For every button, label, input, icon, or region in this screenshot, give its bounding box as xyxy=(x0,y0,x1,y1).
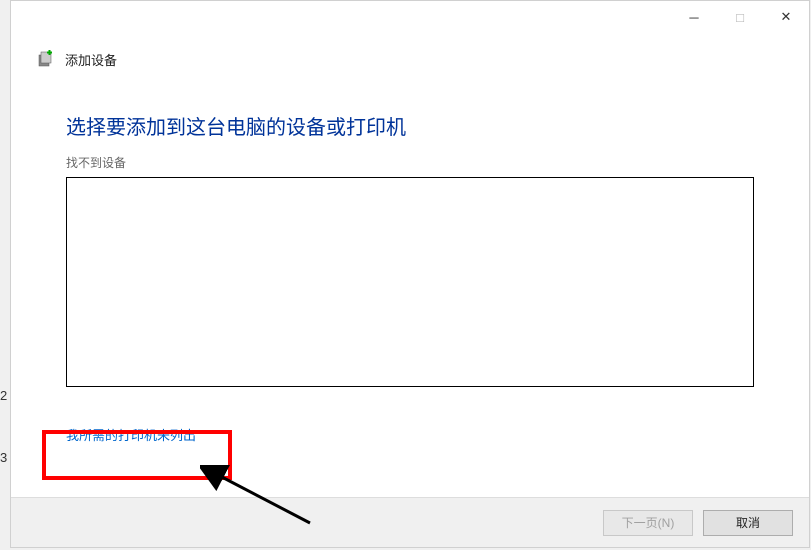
close-icon: ✕ xyxy=(781,9,792,25)
device-list[interactable] xyxy=(66,177,754,387)
titlebar: ─ □ ✕ xyxy=(11,1,809,33)
dialog-content: 选择要添加到这台电脑的设备或打印机 找不到设备 我所需的打印机未列出 xyxy=(11,77,809,497)
content-subtext: 找不到设备 xyxy=(66,154,754,171)
close-button[interactable]: ✕ xyxy=(763,1,809,33)
marker-2: 2 xyxy=(0,388,7,403)
cancel-button-label: 取消 xyxy=(736,514,760,531)
minimize-button[interactable]: ─ xyxy=(671,1,717,33)
dialog-footer: 下一页(N) 取消 xyxy=(11,497,809,547)
maximize-icon: □ xyxy=(736,10,744,25)
link-row: 我所需的打印机未列出 xyxy=(66,425,754,445)
next-button: 下一页(N) xyxy=(603,510,693,536)
printer-not-listed-link[interactable]: 我所需的打印机未列出 xyxy=(66,428,196,443)
marker-3: 3 xyxy=(0,450,7,465)
add-device-icon xyxy=(35,49,55,69)
minimize-icon: ─ xyxy=(689,10,698,25)
content-heading: 选择要添加到这台电脑的设备或打印机 xyxy=(66,111,754,140)
cancel-button[interactable]: 取消 xyxy=(703,510,793,536)
maximize-button: □ xyxy=(717,1,763,33)
next-button-label: 下一页(N) xyxy=(622,514,675,531)
dialog-title: 添加设备 xyxy=(65,50,117,69)
dialog-header: 添加设备 xyxy=(11,33,809,77)
add-device-dialog: ─ □ ✕ 添加设备 选择要添加到这台电脑的设备或打印机 找不到设备 我所需的打… xyxy=(10,0,810,548)
